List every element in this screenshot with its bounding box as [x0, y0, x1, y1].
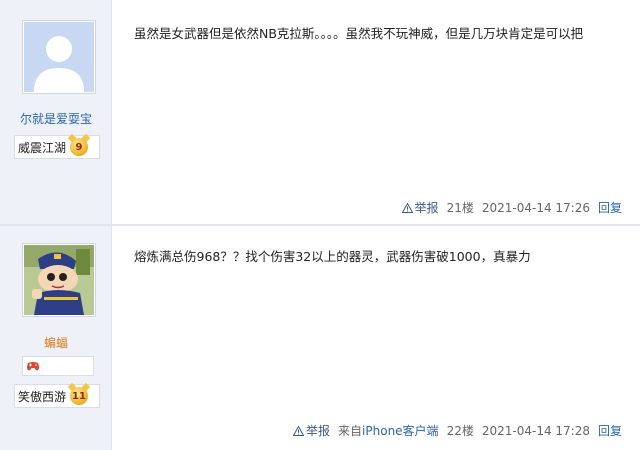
- source-app-link[interactable]: iPhone客户端: [362, 424, 439, 438]
- post-meta: 举报 来自iPhone客户端 22楼 2021-04-14 17:28 回复: [293, 422, 622, 439]
- avatar[interactable]: [22, 20, 96, 94]
- game-controller-icon: [27, 362, 39, 371]
- reply-button[interactable]: 回复: [598, 199, 622, 216]
- username[interactable]: 尔就是爱耍宝: [0, 110, 112, 127]
- level-title: 笑傲西游: [18, 389, 67, 404]
- post-datetime: 2021-04-14 17:28: [481, 423, 590, 438]
- post-item: 蝙蝠 笑傲西游 11 熔炼满总伤968？？找个伤害32以上的器灵，武器伤害破10…: [0, 226, 640, 450]
- floor-number: 21楼: [446, 201, 474, 215]
- level-badge[interactable]: 威震江湖 9: [14, 135, 100, 159]
- source-prefix: 来自: [338, 424, 363, 438]
- report-button[interactable]: 举报: [293, 422, 330, 439]
- level-medal-icon: 9: [70, 138, 89, 156]
- floor-number: 22楼: [446, 424, 474, 438]
- post-source: 来自iPhone客户端: [338, 422, 439, 439]
- report-label: 举报: [306, 424, 331, 438]
- author-sidebar: 尔就是爱耍宝 威震江湖 9: [0, 0, 112, 226]
- warning-icon: [401, 202, 413, 213]
- post-body: 虽然是女武器但是依然NB克拉斯。。。。虽然我不玩神威，但是几万块肯定是可以把 举…: [112, 0, 640, 226]
- default-avatar-icon: [24, 22, 94, 92]
- post-meta: 举报 21楼 2021-04-14 17:26 回复: [401, 199, 622, 216]
- level-badge[interactable]: 笑傲西游 11: [14, 384, 100, 408]
- level-title: 威震江湖: [18, 140, 67, 155]
- level-number: 11: [72, 390, 86, 402]
- post-datetime: 2021-04-14 17:26: [481, 200, 590, 215]
- post-content: 熔炼满总伤968？？找个伤害32以上的器灵，武器伤害破1000，真暴力: [134, 249, 531, 264]
- level-number: 9: [75, 141, 83, 153]
- username[interactable]: 蝙蝠: [0, 334, 112, 351]
- avatar[interactable]: [22, 243, 96, 317]
- post-item: 尔就是爱耍宝 威震江湖 9 虽然是女武器但是依然NB克拉斯。。。。虽然我不玩神威…: [0, 0, 640, 226]
- cartoon-avatar-icon: [24, 245, 94, 315]
- level-medal-icon: 11: [70, 387, 89, 405]
- medal-strip[interactable]: [22, 356, 94, 376]
- post-body: 熔炼满总伤968？？找个伤害32以上的器灵，武器伤害破1000，真暴力 举报 来…: [112, 226, 640, 450]
- report-label: 举报: [414, 201, 439, 215]
- warning-icon: [293, 425, 305, 436]
- post-content: 虽然是女武器但是依然NB克拉斯。。。。虽然我不玩神威，但是几万块肯定是可以把: [134, 26, 584, 41]
- report-button[interactable]: 举报: [401, 199, 439, 216]
- author-sidebar: 蝙蝠 笑傲西游 11: [0, 226, 112, 450]
- reply-button[interactable]: 回复: [598, 422, 622, 439]
